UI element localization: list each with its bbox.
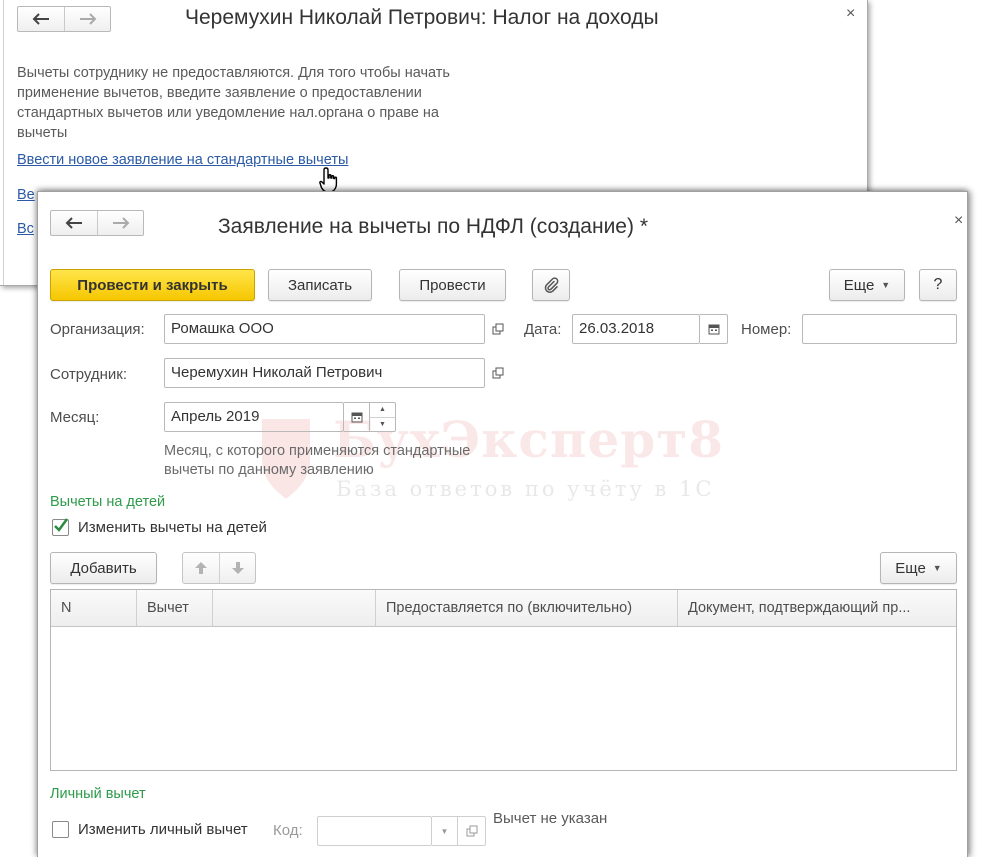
personal-deduction-status: Вычет не указан [493, 810, 608, 827]
post-and-close-button[interactable]: Провести и закрыть [50, 269, 255, 301]
arrow-left-icon [65, 217, 82, 229]
attach-button[interactable] [532, 269, 570, 301]
table-header: N Вычет Предоставляется по (включительно… [51, 590, 956, 627]
date-label: Дата: [524, 321, 562, 338]
fg-nav-group [50, 210, 144, 236]
employee-open-button[interactable] [485, 358, 511, 388]
column-provided-until[interactable]: Предоставляется по (включительно) [376, 590, 678, 626]
arrow-left-icon [32, 13, 49, 25]
bg-window-title: Черемухин Николай Петрович: Налог на дох… [185, 6, 659, 29]
organization-label: Организация: [50, 321, 145, 338]
code-label: Код: [273, 822, 303, 839]
more-button-label: Еще [843, 276, 875, 294]
employee-field[interactable]: Черемухин Николай Петрович [164, 358, 485, 388]
bg-close-icon[interactable]: × [846, 5, 855, 23]
help-button[interactable]: ? [919, 269, 957, 301]
forward-button[interactable] [64, 7, 110, 31]
calendar-icon [708, 324, 719, 335]
new-application-link[interactable]: Ввести новое заявление на стандартные вы… [17, 152, 348, 168]
date-calendar-button[interactable] [700, 314, 728, 344]
code-field[interactable] [317, 816, 432, 846]
post-button[interactable]: Провести [399, 269, 506, 301]
bg-link-3[interactable]: Вс [17, 221, 37, 237]
arrow-right-icon [112, 217, 129, 229]
add-row-button[interactable]: Добавить [50, 552, 157, 584]
organization-field[interactable]: Ромашка ООО [164, 314, 485, 344]
organization-open-button[interactable] [485, 314, 511, 344]
bg-nav-group [17, 6, 111, 32]
arrow-right-icon [79, 13, 96, 25]
calendar-icon [351, 412, 362, 423]
watermark-subtitle: База ответов по учёту в 1С [336, 477, 715, 501]
arrow-up-icon [195, 562, 207, 574]
column-n[interactable]: N [51, 590, 137, 626]
bg-description: Вычеты сотруднику не предоставляются. Дл… [17, 65, 450, 141]
chevron-down-icon: ▼ [881, 280, 891, 290]
code-open-button[interactable] [458, 816, 486, 846]
spin-down-icon[interactable]: ▼ [370, 418, 395, 432]
open-window-icon [492, 367, 504, 379]
table-more-button[interactable]: Еще ▼ [880, 552, 957, 584]
checkmark-icon [54, 518, 69, 532]
employee-label: Сотрудник: [50, 366, 128, 383]
move-buttons [182, 552, 256, 584]
number-label: Номер: [741, 321, 792, 338]
month-label: Месяц: [50, 409, 100, 426]
change-children-checkbox[interactable] [52, 518, 69, 536]
children-deductions-table[interactable]: N Вычет Предоставляется по (включительно… [50, 589, 957, 771]
deduction-form-window: Заявление на вычеты по НДФЛ (создание) *… [37, 191, 968, 857]
paperclip-icon [544, 277, 559, 293]
month-calendar-button[interactable] [344, 402, 370, 432]
save-button[interactable]: Записать [268, 269, 372, 301]
back-button[interactable] [18, 7, 64, 31]
table-more-label: Еще [895, 559, 926, 577]
children-section-title: Вычеты на детей [50, 494, 166, 510]
chevron-down-icon: ▼ [440, 826, 449, 836]
change-personal-checkbox[interactable] [52, 821, 69, 838]
form-title: Заявление на вычеты по НДФЛ (создание) * [218, 215, 648, 238]
change-children-label: Изменить вычеты на детей [78, 519, 267, 536]
change-personal-label: Изменить личный вычет [78, 821, 248, 838]
form-back-button[interactable] [51, 211, 97, 235]
form-forward-button[interactable] [97, 211, 143, 235]
hand-cursor-icon [319, 167, 338, 193]
move-down-button[interactable] [219, 553, 255, 583]
open-window-icon [466, 825, 477, 837]
month-field[interactable]: Апрель 2019 [164, 402, 344, 432]
form-close-icon[interactable]: × [954, 212, 963, 230]
column-deduction[interactable]: Вычет [137, 590, 213, 626]
code-dropdown-button[interactable]: ▼ [432, 816, 458, 846]
chevron-down-icon: ▼ [932, 563, 942, 573]
more-button[interactable]: Еще ▼ [829, 269, 905, 301]
date-field[interactable]: 26.03.2018 [572, 314, 700, 344]
move-up-button[interactable] [183, 553, 219, 583]
window-edge [0, 0, 4, 285]
number-field[interactable] [802, 314, 957, 344]
personal-section-title: Личный вычет [50, 786, 146, 802]
open-window-icon [492, 323, 504, 335]
arrow-down-icon [231, 562, 244, 574]
bg-link-2[interactable]: Ве [17, 187, 37, 203]
month-spinner[interactable]: ▲ ▼ [370, 402, 396, 432]
month-hint: Месяц, с которого применяются стандартны… [164, 443, 471, 478]
spin-up-icon[interactable]: ▲ [370, 403, 395, 418]
column-document[interactable]: Документ, подтверждающий пр... [678, 590, 956, 626]
column-deduction-name[interactable] [213, 590, 376, 626]
